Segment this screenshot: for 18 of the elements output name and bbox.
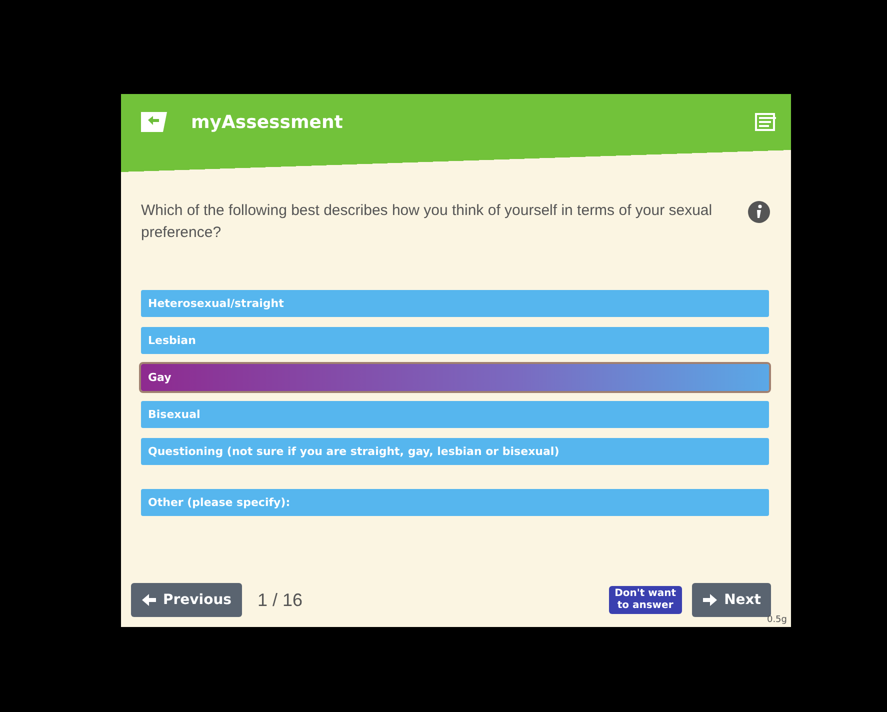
skip-button[interactable]: Don't want to answer — [608, 586, 682, 614]
answer-option[interactable]: Bisexual — [141, 401, 769, 428]
notes-icon[interactable] — [755, 113, 777, 131]
back-arrow-icon[interactable] — [139, 110, 169, 134]
app-title: myAssessment — [191, 112, 344, 132]
version-label: 0.5g — [766, 615, 787, 625]
right-arrow-icon — [702, 593, 718, 607]
answer-option[interactable]: Gay — [141, 364, 769, 391]
info-icon[interactable] — [747, 200, 771, 224]
answer-option[interactable]: Heterosexual/straight — [141, 290, 769, 317]
question-text: Which of the following best describes how you think of yourself in terms of your sexual preference? — [141, 201, 714, 243]
other-option-field[interactable]: Other (please specify): — [141, 489, 769, 516]
answer-option[interactable]: Questioning (not sure if you are straight, gay, lesbian or bisexual) — [141, 438, 769, 465]
progress-counter: 1 / 16 — [258, 590, 303, 610]
answer-option[interactable]: Lesbian — [141, 327, 769, 354]
next-button[interactable]: Next — [692, 583, 771, 617]
left-arrow-icon — [141, 593, 157, 607]
previous-button[interactable]: Previous — [131, 583, 242, 617]
